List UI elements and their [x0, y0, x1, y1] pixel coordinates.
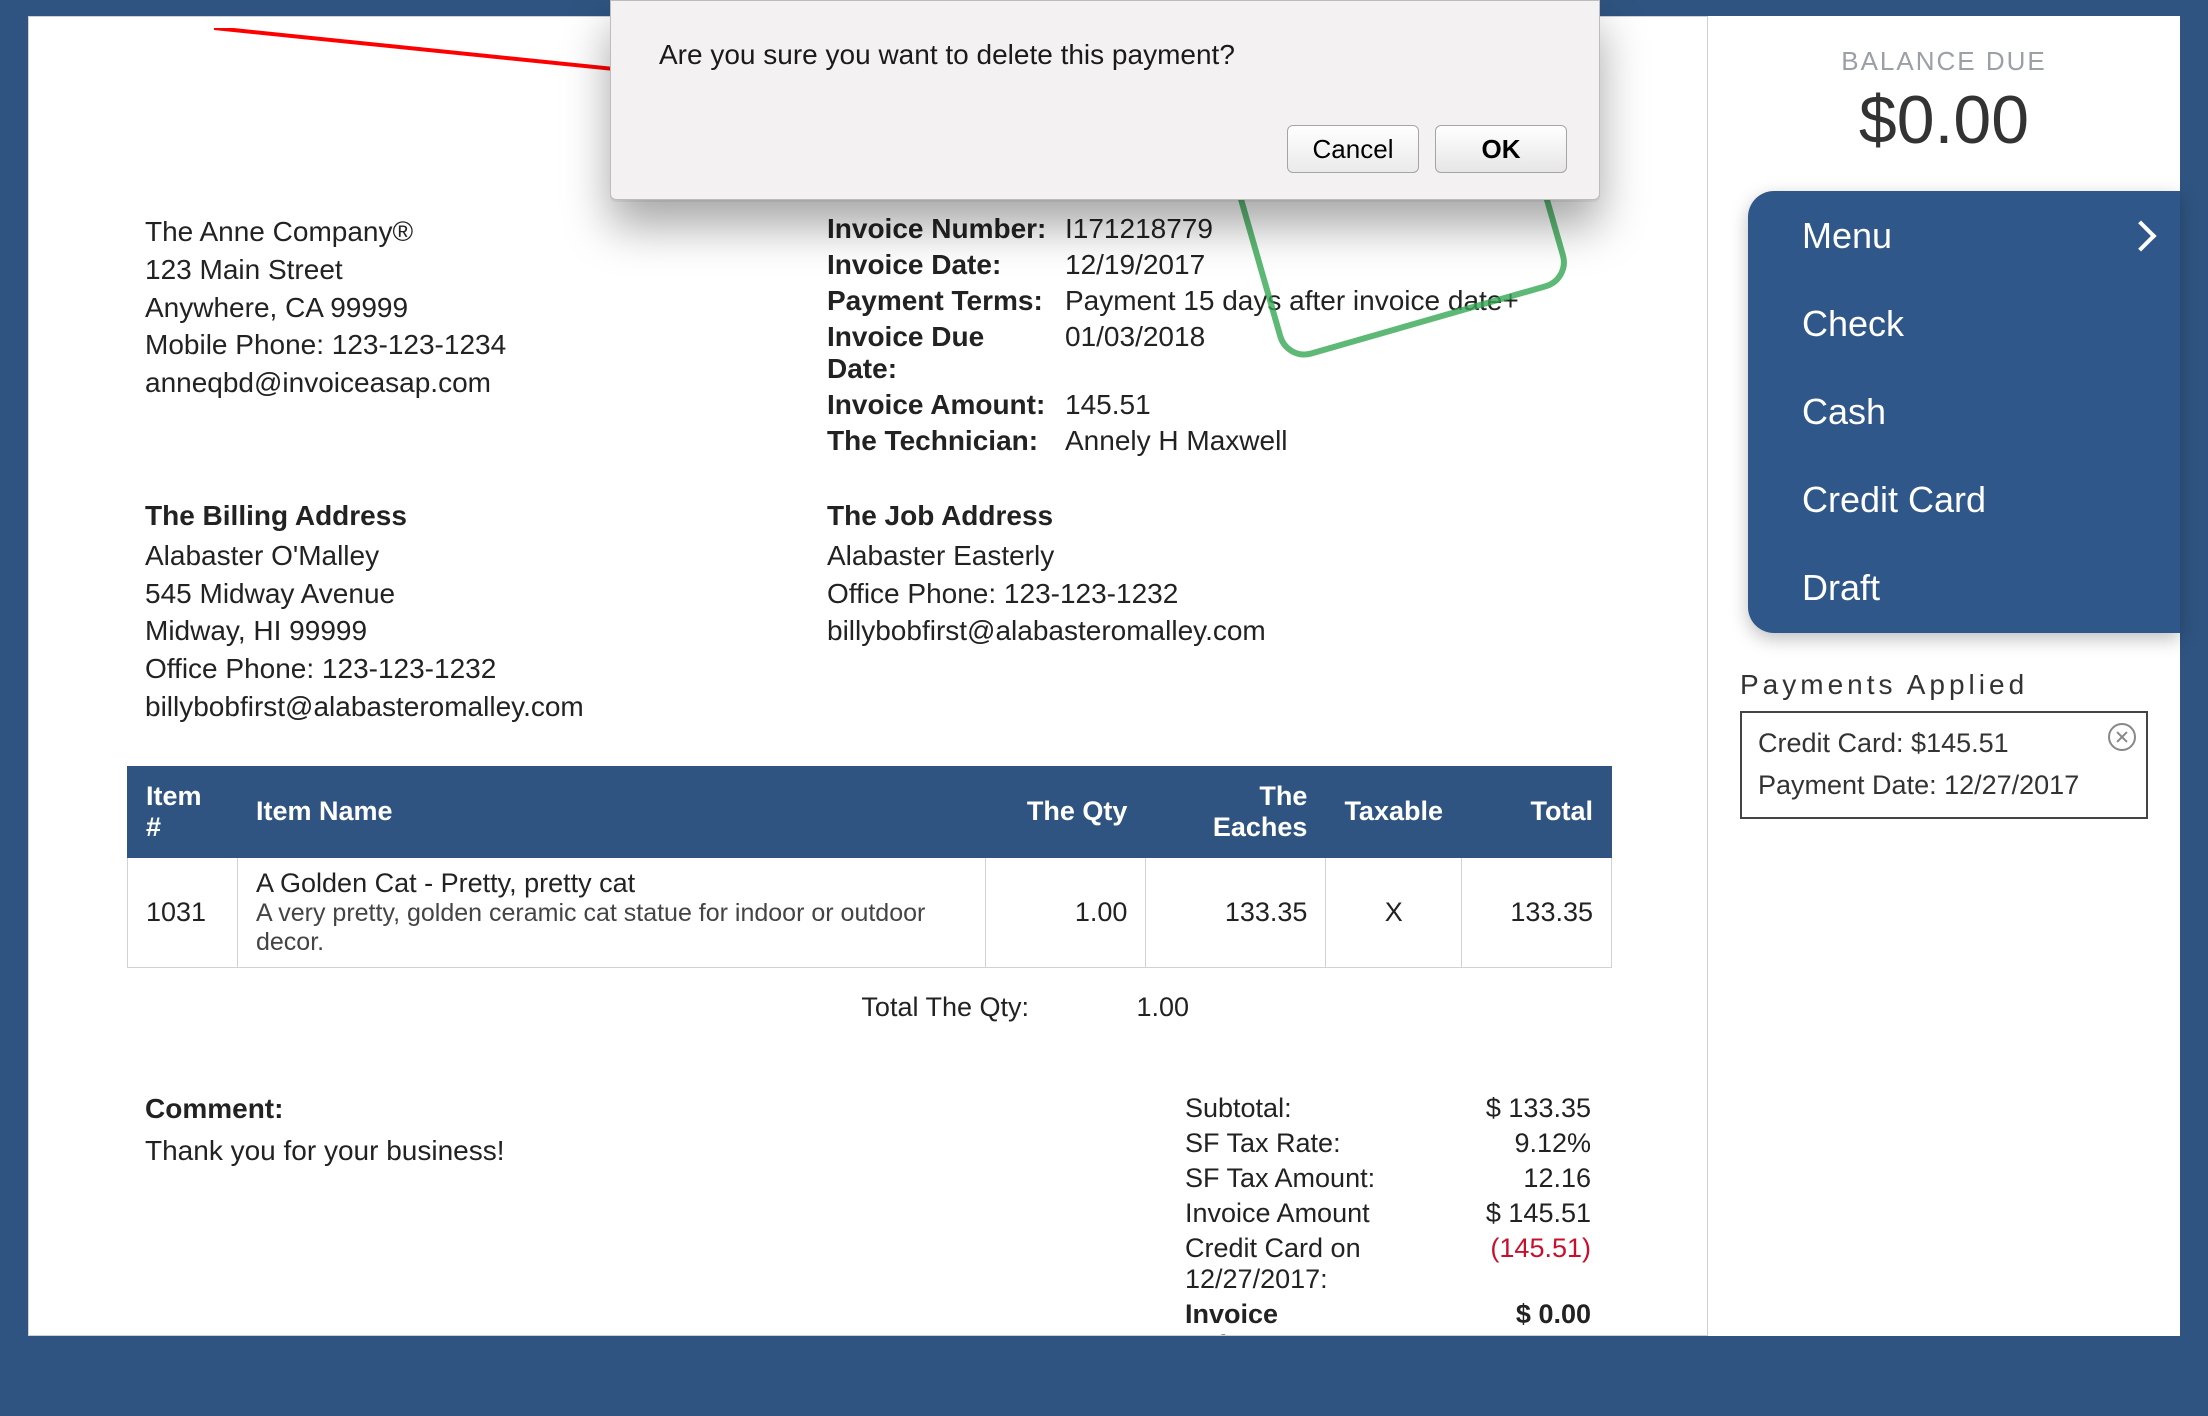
payment-line-2: Payment Date: 12/27/2017: [1758, 765, 2130, 807]
menu-row-check[interactable]: Check: [1748, 281, 2180, 369]
menu-label-cash: Cash: [1802, 391, 1886, 433]
dialog-message: Are you sure you want to delete this pay…: [659, 39, 1567, 71]
cell-qty: 1.00: [986, 857, 1146, 967]
item-name: A Golden Cat - Pretty, pretty cat: [256, 868, 967, 899]
tax-rate-value: 9.12%: [1391, 1128, 1591, 1159]
tax-amount-value: 12.16: [1391, 1163, 1591, 1194]
footer-bar: [0, 1362, 2208, 1416]
total-qty-value: 1.00: [1089, 992, 1189, 1023]
comment-text: Thank you for your business!: [145, 1135, 905, 1167]
menu-row-cash[interactable]: Cash: [1748, 369, 2180, 457]
payment-line-label: Credit Card on 12/27/2017:: [905, 1233, 1391, 1295]
job-email: billybobfirst@alabasteromalley.com: [827, 612, 1609, 650]
cell-total: 133.35: [1462, 857, 1612, 967]
payment-card: Credit Card: $145.51 Payment Date: 12/27…: [1740, 711, 2148, 819]
balance-due-amount: $0.00: [1708, 81, 2180, 159]
technician-label: The Technician:: [827, 425, 1057, 457]
menu-row-credit-card[interactable]: Credit Card: [1748, 457, 2180, 545]
invoice-date-label: Invoice Date:: [827, 249, 1057, 281]
invoice-panel: The Anne Company® 123 Main Street Anywhe…: [28, 16, 1708, 1336]
ok-button[interactable]: OK: [1435, 125, 1567, 173]
sender-phone: Mobile Phone: 123-123-1234: [145, 326, 787, 364]
menu-card: Menu Check Cash Credit Card Draft: [1748, 191, 2180, 633]
invoice-number-label: Invoice Number:: [827, 213, 1057, 245]
cell-item-no: 1031: [128, 857, 238, 967]
billing-email: billybobfirst@alabasteromalley.com: [145, 688, 787, 726]
menu-label-check: Check: [1802, 303, 1904, 345]
tax-amount-label: SF Tax Amount:: [905, 1163, 1391, 1194]
payment-terms-label: Payment Terms:: [827, 285, 1057, 317]
payment-line-value: (145.51): [1391, 1233, 1591, 1295]
comment-summary-row: Comment: Thank you for your business! Su…: [127, 1093, 1609, 1336]
payment-line-1: Credit Card: $145.51: [1758, 723, 2130, 765]
total-qty-label: Total The Qty:: [629, 992, 1029, 1023]
subtotal-label: Subtotal:: [905, 1093, 1391, 1124]
col-item-no: Item #: [128, 766, 238, 857]
billing-phone: Office Phone: 123-123-1232: [145, 650, 787, 688]
col-item-name: Item Name: [238, 766, 986, 857]
job-address: The Job Address Alabaster Easterly Offic…: [827, 497, 1609, 726]
menu-row-menu[interactable]: Menu: [1748, 191, 2180, 281]
comment-header: Comment:: [145, 1093, 905, 1125]
comment-column: Comment: Thank you for your business!: [145, 1093, 905, 1336]
billing-address: The Billing Address Alabaster O'Malley 5…: [127, 497, 787, 726]
app-frame: The Anne Company® 123 Main Street Anywhe…: [0, 0, 2208, 1416]
billing-street: 545 Midway Avenue: [145, 575, 787, 613]
cancel-button[interactable]: Cancel: [1287, 125, 1419, 173]
item-desc: A very pretty, golden ceramic cat statue…: [256, 899, 967, 957]
cell-taxable: X: [1326, 857, 1462, 967]
job-name: Alabaster Easterly: [827, 537, 1609, 575]
col-taxable: Taxable: [1326, 766, 1462, 857]
tax-rate-label: SF Tax Rate:: [905, 1128, 1391, 1159]
summary-grid: Subtotal: $ 133.35 SF Tax Rate: 9.12% SF…: [905, 1093, 1591, 1336]
items-table: Item # Item Name The Qty The Eaches Taxa…: [127, 766, 1612, 968]
sender-company: The Anne Company®: [145, 213, 787, 251]
content-row: The Anne Company® 123 Main Street Anywhe…: [28, 16, 2180, 1336]
col-qty: The Qty: [986, 766, 1146, 857]
balance-due-label: BALANCE DUE: [1708, 46, 2180, 77]
inv-amount-label: Invoice Amount: [905, 1198, 1391, 1229]
items-header-row: Item # Item Name The Qty The Eaches Taxa…: [128, 766, 1612, 857]
cell-each: 133.35: [1146, 857, 1326, 967]
payments-applied-section: Payments Applied Credit Card: $145.51 Pa…: [1740, 669, 2148, 819]
sender-block: The Anne Company® 123 Main Street Anywhe…: [145, 213, 787, 402]
chevron-right-icon: [2125, 220, 2156, 251]
sender-street: 123 Main Street: [145, 251, 787, 289]
balance-label: Invoice Balance:: [905, 1299, 1391, 1336]
inv-amount-value: $ 145.51: [1391, 1198, 1591, 1229]
job-phone: Office Phone: 123-123-1232: [827, 575, 1609, 613]
due-date-label: Invoice Due Date:: [827, 321, 1057, 385]
table-row: 1031 A Golden Cat - Pretty, pretty cat A…: [128, 857, 1612, 967]
sidebar: BALANCE DUE $0.00 Menu Check Cash Credit…: [1708, 16, 2180, 1336]
technician-value: Annely H Maxwell: [1065, 425, 1609, 457]
balance-block: BALANCE DUE $0.00: [1708, 16, 2180, 159]
menu-label-credit-card: Credit Card: [1802, 479, 1986, 521]
summary-column: Subtotal: $ 133.35 SF Tax Rate: 9.12% SF…: [905, 1093, 1591, 1336]
cell-item-name: A Golden Cat - Pretty, pretty cat A very…: [238, 857, 986, 967]
address-columns: The Billing Address Alabaster O'Malley 5…: [127, 497, 1609, 726]
subtotal-value: $ 133.35: [1391, 1093, 1591, 1124]
billing-title: The Billing Address: [145, 497, 787, 535]
col-each: The Eaches: [1146, 766, 1326, 857]
menu-label: Menu: [1802, 215, 1892, 257]
invoice-amount-label: Invoice Amount:: [827, 389, 1057, 421]
dialog-buttons: Cancel OK: [659, 125, 1567, 173]
balance-value: $ 0.00: [1391, 1299, 1591, 1336]
sender-email: anneqbd@invoiceasap.com: [145, 364, 787, 402]
payments-applied-title: Payments Applied: [1740, 669, 2148, 701]
total-qty-row: Total The Qty: 1.00: [127, 992, 1189, 1023]
col-total: Total: [1462, 766, 1612, 857]
menu-row-draft[interactable]: Draft: [1748, 545, 2180, 633]
billing-city: Midway, HI 99999: [145, 612, 787, 650]
confirm-delete-dialog: Are you sure you want to delete this pay…: [610, 0, 1600, 200]
sender-city: Anywhere, CA 99999: [145, 289, 787, 327]
billing-name: Alabaster O'Malley: [145, 537, 787, 575]
remove-payment-icon[interactable]: [2108, 723, 2136, 751]
job-title: The Job Address: [827, 497, 1609, 535]
menu-label-draft: Draft: [1802, 567, 1880, 609]
invoice-amount-value: 145.51: [1065, 389, 1609, 421]
